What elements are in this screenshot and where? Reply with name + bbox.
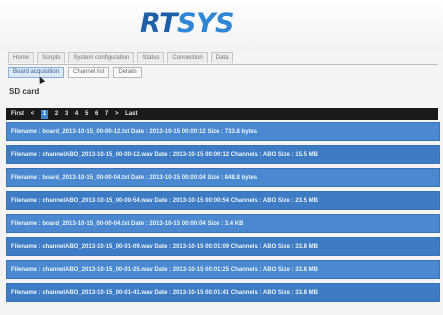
file-list: Filename : board_2013-10-15_00-00-12.txt… <box>6 122 440 306</box>
pager-page-link[interactable]: 6 <box>95 108 98 120</box>
pager-page-link[interactable]: 5 <box>85 108 88 120</box>
app-header: RTSYS <box>0 0 443 52</box>
tab-status[interactable]: Status <box>137 52 165 63</box>
file-row[interactable]: Filename : channelABO_2013-10-15_00-01-4… <box>6 283 440 302</box>
channel-list-button[interactable]: Channel list <box>68 67 110 78</box>
file-row[interactable]: Filename : board_2013-10-15_00-00-12.txt… <box>6 122 440 141</box>
tab-system-configuration[interactable]: System configuration <box>68 52 135 63</box>
pager-current-page[interactable]: 1 <box>40 110 49 119</box>
logo-sys: SYS <box>177 8 234 39</box>
sd-card-title: SD card <box>9 87 40 96</box>
pager-page-link[interactable]: 2 <box>55 108 58 120</box>
sub-nav: Board acquisition Channel list Details <box>8 67 146 78</box>
rtsys-logo: RTSYS <box>140 8 234 39</box>
tab-connection[interactable]: Connection <box>167 52 208 63</box>
pager-prev-link[interactable]: < <box>31 108 35 120</box>
file-row[interactable]: Filename : board_2013-10-15_00-00-04.txt… <box>6 168 440 187</box>
pager-last-link[interactable]: Last <box>125 108 137 120</box>
file-row[interactable]: Filename : channelABO_2013-10-15_00-00-1… <box>6 145 440 164</box>
file-row[interactable]: Filename : board_2013-10-15_00-00-04.txt… <box>6 214 440 233</box>
file-row[interactable]: Filename : channelABO_2013-10-15_00-00-5… <box>6 191 440 210</box>
pagination-bar: First < 1 2 3 4 5 6 7 > Last <box>6 108 438 120</box>
file-row[interactable]: Filename : channelABO_2013-10-15_00-01-2… <box>6 260 440 279</box>
tab-scripts[interactable]: Scripts <box>37 52 66 63</box>
details-button[interactable]: Details <box>113 67 142 78</box>
tab-home[interactable]: Home <box>8 52 35 63</box>
pager-next-link[interactable]: > <box>115 108 119 120</box>
board-acquisition-button[interactable]: Board acquisition <box>8 67 65 78</box>
tab-data[interactable]: Data <box>210 52 234 63</box>
logo-rt: RT <box>140 8 178 39</box>
pager-page-link[interactable]: 4 <box>75 108 78 120</box>
pager-page-link[interactable]: 3 <box>65 108 68 120</box>
main-nav: Home Scripts System configuration Status… <box>8 52 438 65</box>
file-row[interactable]: Filename : channelABO_2013-10-15_00-01-0… <box>6 237 440 256</box>
pager-first-link[interactable]: First <box>11 108 24 120</box>
pager-page-link[interactable]: 7 <box>105 108 108 120</box>
